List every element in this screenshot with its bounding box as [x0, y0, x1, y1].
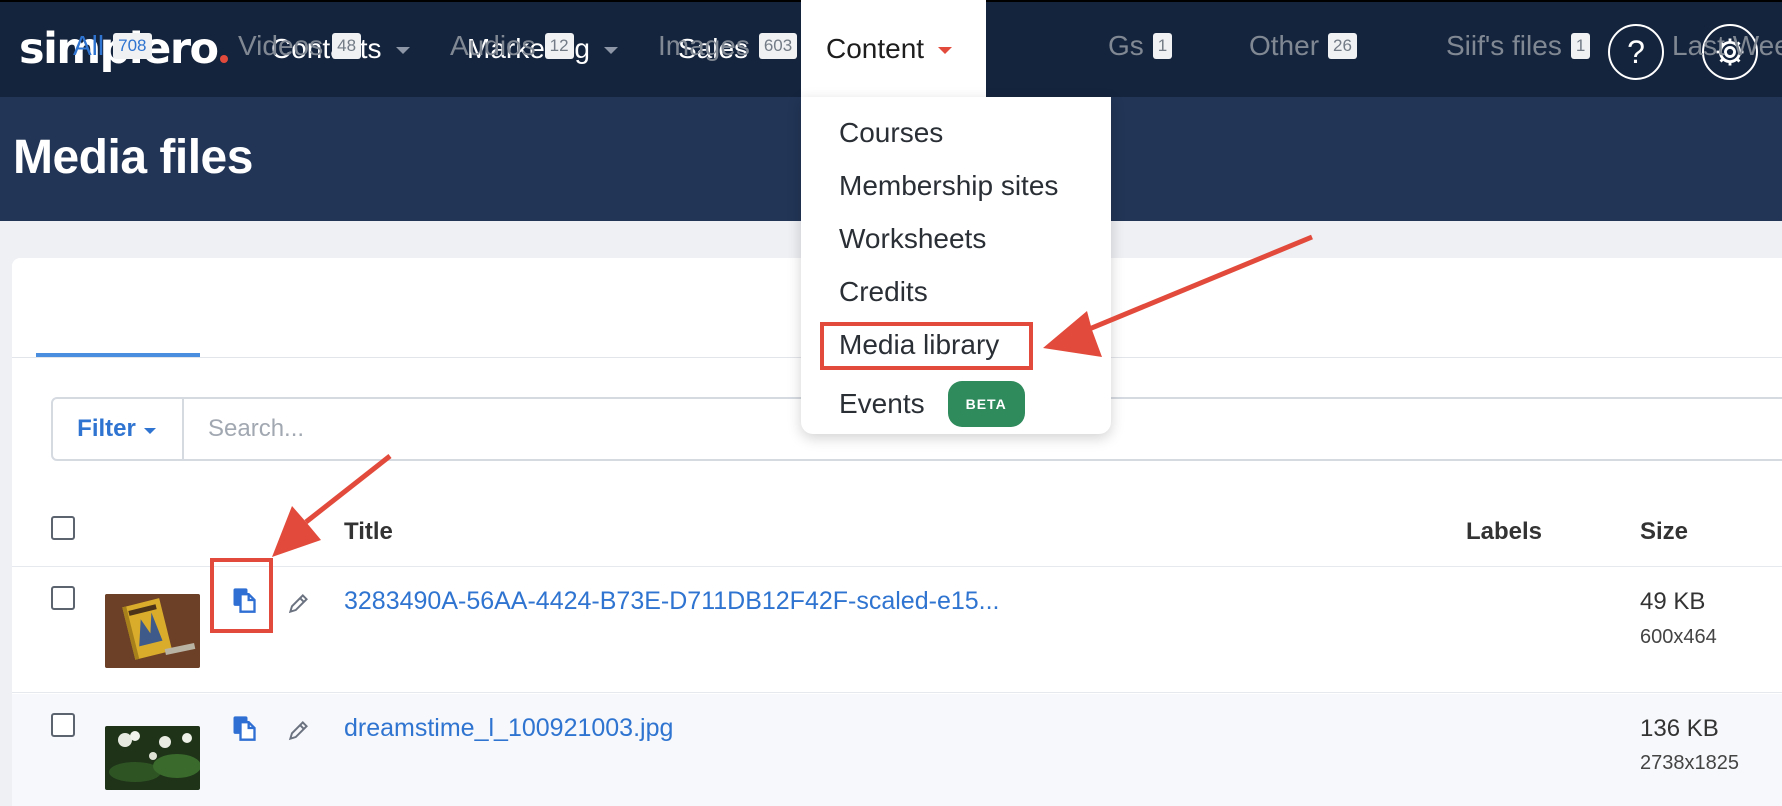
caret-down-icon [603, 46, 618, 54]
question-icon: ? [1627, 33, 1645, 70]
edit-button[interactable] [286, 590, 312, 621]
row-checkbox[interactable] [51, 713, 75, 737]
copy-url-button[interactable] [230, 714, 258, 747]
file-dimensions: 600x464 [1640, 626, 1717, 648]
tab-other[interactable]: Other 26 [1249, 30, 1357, 62]
filter-label: Filter [77, 415, 136, 442]
tab-images-label: Images [658, 30, 750, 61]
column-title[interactable]: Title [344, 518, 393, 546]
tab-all[interactable]: All 708 [73, 30, 152, 62]
tab-siifs-files[interactable]: Siif's files 1 [1446, 30, 1591, 62]
column-labels: Labels [1466, 518, 1543, 545]
filter-button[interactable]: Filter [51, 397, 184, 461]
menu-item-worksheets[interactable]: Worksheets [839, 222, 986, 256]
menu-item-membership-sites[interactable]: Membership sites [839, 169, 1058, 203]
tab-audios-label: Audios [450, 30, 536, 61]
nav-content-label: Content [826, 32, 925, 64]
menu-item-label: Worksheets [839, 223, 987, 254]
nav-content[interactable]: Content [801, 0, 986, 97]
tab-last-week-label: Last Wee [1672, 30, 1782, 61]
file-title-link[interactable]: dreamstime_l_100921003.jpg [344, 713, 673, 743]
tab-videos-label: Videos [238, 30, 324, 61]
tab-gifs[interactable]: Gs 1 [1108, 30, 1173, 62]
tab-count: 12 [544, 33, 574, 59]
menu-item-courses[interactable]: Courses [839, 116, 943, 150]
edit-button[interactable] [286, 717, 312, 748]
menu-item-credits[interactable]: Credits [839, 275, 928, 309]
logo-dot [219, 55, 228, 63]
menu-item-label: Courses [839, 117, 944, 148]
beta-badge: BETA [947, 381, 1025, 427]
tab-count: 708 [113, 33, 152, 59]
active-tab-indicator [36, 353, 200, 357]
pencil-icon [288, 721, 308, 741]
caret-down-icon [143, 427, 156, 434]
tab-videos[interactable]: Videos 48 [238, 30, 362, 62]
file-size: 49 KB [1640, 588, 1706, 615]
book-image [105, 594, 200, 668]
tab-other-label: Other [1249, 30, 1320, 61]
flowers-image [105, 726, 200, 790]
file-title-link[interactable]: 3283490A-56AA-4424-B73E-D711DB12F42F-sca… [344, 586, 1000, 616]
menu-item-label: Events [839, 388, 925, 419]
file-thumbnail[interactable] [105, 726, 200, 790]
column-size[interactable]: Size [1640, 518, 1688, 546]
pencil-icon [288, 594, 308, 614]
menu-item-label: Membership sites [839, 170, 1059, 201]
tab-audios[interactable]: Audios 12 [450, 30, 574, 62]
file-thumbnail[interactable] [105, 594, 200, 668]
tab-count: 48 [332, 33, 362, 59]
tab-count: 1 [1570, 33, 1591, 59]
row-checkbox[interactable] [51, 586, 75, 610]
tab-gifs-label: Gs [1108, 30, 1144, 61]
file-size: 136 KB [1640, 715, 1719, 742]
file-dimensions: 2738x1825 [1640, 752, 1739, 774]
table-row [12, 694, 1782, 806]
help-button[interactable]: ? [1608, 24, 1664, 80]
tab-count: 1 [1152, 33, 1173, 59]
tab-images[interactable]: Images 603 [658, 30, 798, 62]
highlight-box-copy-icon [210, 558, 273, 633]
menu-item-label: Credits [839, 276, 928, 307]
tab-all-label: All [73, 30, 105, 61]
caret-down-icon [938, 46, 953, 54]
caret-down-icon [395, 46, 410, 54]
tab-count: 603 [758, 33, 798, 59]
copy-icon [233, 716, 256, 741]
select-all-checkbox[interactable] [51, 516, 75, 540]
highlight-box-media-library [820, 322, 1033, 370]
tab-count: 26 [1328, 33, 1357, 59]
page-title: Media files [13, 131, 253, 184]
menu-item-events[interactable]: Events BETA [839, 381, 1025, 427]
tab-last-week[interactable]: Last Wee [1672, 30, 1782, 62]
tab-siifs-files-label: Siif's files [1446, 30, 1562, 61]
